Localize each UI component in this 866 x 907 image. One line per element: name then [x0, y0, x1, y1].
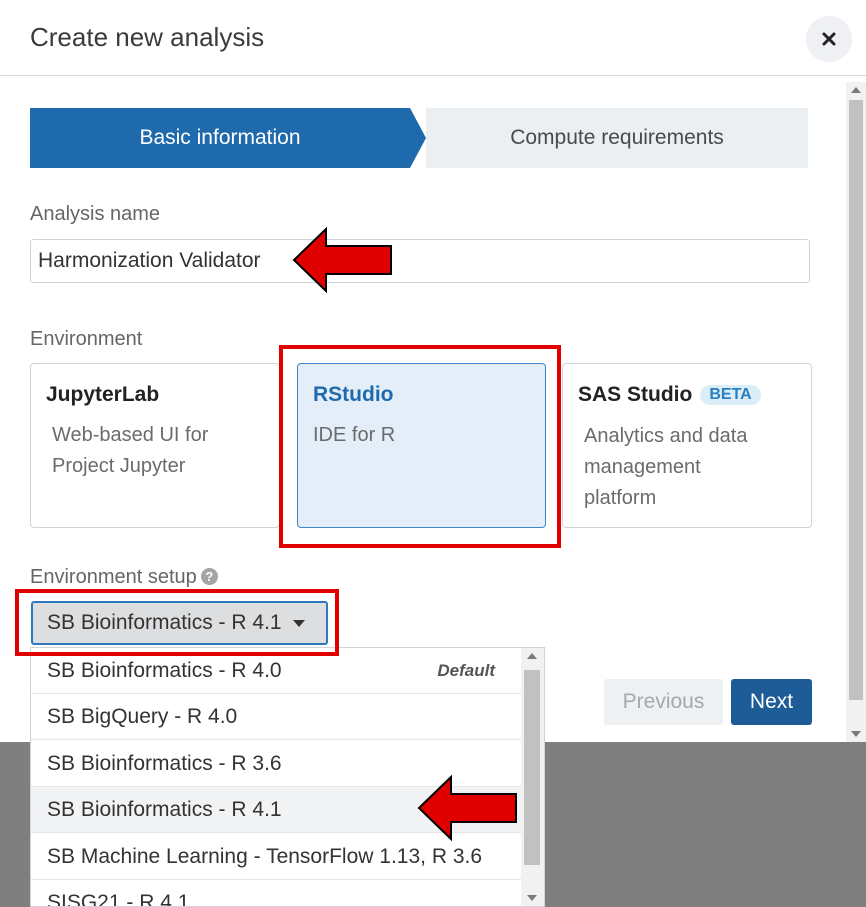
- beta-badge: BETA: [700, 385, 761, 405]
- close-icon: [822, 32, 836, 46]
- step-basic-information[interactable]: Basic information: [30, 108, 410, 168]
- rstudio-highlight-box: [279, 345, 561, 548]
- scroll-up-arrow-icon[interactable]: [851, 87, 861, 93]
- next-button[interactable]: Next: [731, 679, 812, 725]
- environment-setup-label-text: Environment setup: [30, 566, 197, 588]
- close-button[interactable]: [806, 16, 852, 62]
- dropdown-scrollbar[interactable]: [521, 648, 544, 906]
- env-card-title: JupyterLab: [46, 383, 160, 406]
- environment-setup-highlight-box: [15, 589, 339, 656]
- env-desc-line: Web-based UI for: [52, 424, 209, 446]
- left-arrow-icon: [417, 774, 517, 842]
- dropdown-option-label: SB Bioinformatics - R 4.0: [47, 658, 282, 682]
- analysis-name-input[interactable]: [30, 239, 810, 283]
- dialog-title: Create new analysis: [30, 22, 265, 52]
- env-desc-line: platform: [584, 487, 657, 509]
- previous-button[interactable]: Previous: [604, 679, 723, 725]
- step-compute-requirements[interactable]: Compute requirements: [426, 108, 808, 168]
- scroll-up-arrow-icon[interactable]: [527, 653, 537, 659]
- dialog-header: Create new analysis: [0, 0, 866, 76]
- env-card-title: SAS Studio: [578, 383, 693, 406]
- question-circle-icon[interactable]: ?: [200, 568, 218, 585]
- env-desc-line: management: [584, 456, 701, 478]
- scroll-down-arrow-icon[interactable]: [527, 895, 537, 901]
- analysis-name-label: Analysis name: [30, 203, 161, 225]
- dialog-scroll-thumb[interactable]: [849, 100, 863, 700]
- step-active-arrow: [410, 108, 426, 168]
- environment-label: Environment: [30, 328, 143, 350]
- env-desc-line: Project Jupyter: [52, 455, 186, 477]
- scroll-down-arrow-icon[interactable]: [851, 731, 861, 737]
- env-card-jupyterlab[interactable]: JupyterLab Web-based UI for Project Jupy…: [30, 363, 280, 528]
- dialog-scrollbar[interactable]: [846, 82, 866, 742]
- env-card-sas-studio[interactable]: SAS Studio BETA Analytics and data manage…: [562, 363, 812, 528]
- env-card-title-row: SAS Studio BETA: [578, 383, 761, 407]
- env-card-description: Analytics and data management platform: [584, 421, 747, 514]
- dropdown-option[interactable]: SB BigQuery - R 4.0: [31, 694, 521, 740]
- wizard-stepper: Basic information Compute requirements: [30, 108, 808, 168]
- env-desc-line: Analytics and data: [584, 425, 748, 447]
- env-card-description: Web-based UI for Project Jupyter: [52, 420, 208, 482]
- environment-setup-label: Environment setup?: [30, 566, 218, 589]
- dropdown-scroll-thumb[interactable]: [524, 670, 540, 865]
- left-arrow-icon: [292, 226, 392, 294]
- dropdown-option[interactable]: SISG21 - R 4.1: [31, 880, 521, 906]
- default-tag: Default: [437, 661, 495, 680]
